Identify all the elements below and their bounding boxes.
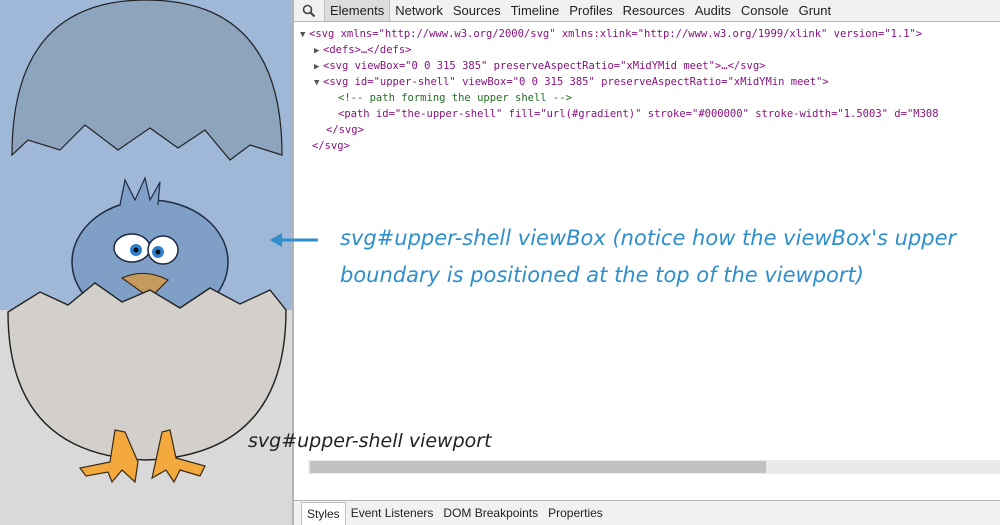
tab-timeline[interactable]: Timeline	[506, 0, 565, 21]
tab-audits[interactable]: Audits	[690, 0, 736, 21]
expanded-triangle-icon[interactable]: ▼	[300, 27, 309, 43]
tab-network[interactable]: Network	[390, 0, 448, 21]
dom-line-text: </svg>	[326, 124, 364, 136]
collapsed-triangle-icon[interactable]: ▶	[314, 59, 323, 75]
tab-event-listeners[interactable]: Event Listeners	[346, 502, 439, 524]
expanded-triangle-icon[interactable]: ▼	[314, 75, 323, 91]
dom-line-text: <path id="the-upper-shell" fill="url(#gr…	[338, 108, 939, 120]
tab-grunt[interactable]: Grunt	[794, 0, 837, 21]
tab-dom-breakpoints[interactable]: DOM Breakpoints	[438, 502, 543, 524]
annotation-line-2: boundary is positioned at the top of the…	[340, 263, 864, 287]
annotation-line-1: svg#upper-shell viewBox (notice how the …	[340, 226, 957, 250]
dom-node-svg-viewbox[interactable]: ▶ <svg viewBox="0 0 315 385" preserveAspe…	[314, 58, 766, 74]
collapsed-triangle-icon[interactable]: ▶	[314, 43, 323, 59]
dom-node-upper-shell-svg[interactable]: ▼ <svg id="upper-shell" viewBox="0 0 315 …	[314, 74, 829, 90]
dom-node-defs[interactable]: ▶ <defs>…</defs>	[314, 42, 412, 58]
dom-node-close-root[interactable]: </svg>	[312, 138, 350, 154]
dom-line-text: <svg id="upper-shell" viewBox="0 0 315 3…	[323, 76, 829, 88]
viewbox-annotation: svg#upper-shell viewBox (notice how the …	[340, 220, 990, 294]
tab-styles[interactable]: Styles	[301, 501, 346, 525]
tab-sources[interactable]: Sources	[448, 0, 506, 21]
left-arrow-icon	[270, 233, 318, 247]
search-icon[interactable]	[294, 0, 324, 21]
horizontal-scrollbar[interactable]	[308, 460, 1000, 474]
tab-elements[interactable]: Elements	[324, 0, 391, 21]
dom-line-text: <!-- path forming the upper shell -->	[338, 92, 572, 104]
dom-line-text: </svg>	[312, 140, 350, 152]
viewport-label: svg#upper-shell viewport	[248, 430, 492, 452]
dom-line-text: <defs>…</defs>	[323, 44, 412, 56]
dom-line-text: <svg viewBox="0 0 315 385" preserveAspec…	[323, 60, 766, 72]
sidebar-pane-tabs: Styles Event Listeners DOM Breakpoints P…	[294, 500, 1000, 525]
dom-node-comment[interactable]: <!-- path forming the upper shell -->	[338, 90, 572, 106]
devtools-tab-bar: Elements Network Sources Timeline Profil…	[294, 0, 1000, 22]
dom-node-root-svg[interactable]: ▼ <svg xmlns="http://www.w3.org/2000/svg"…	[300, 26, 922, 42]
tab-console[interactable]: Console	[736, 0, 794, 21]
dom-line-text: <svg xmlns="http://www.w3.org/2000/svg" …	[309, 28, 923, 40]
dom-node-close-upper-shell[interactable]: </svg>	[326, 122, 364, 138]
tab-profiles[interactable]: Profiles	[564, 0, 617, 21]
dom-node-path[interactable]: <path id="the-upper-shell" fill="url(#gr…	[338, 106, 939, 122]
scrollbar-thumb[interactable]	[310, 461, 766, 473]
tab-properties[interactable]: Properties	[543, 502, 608, 524]
tab-resources[interactable]: Resources	[618, 0, 690, 21]
